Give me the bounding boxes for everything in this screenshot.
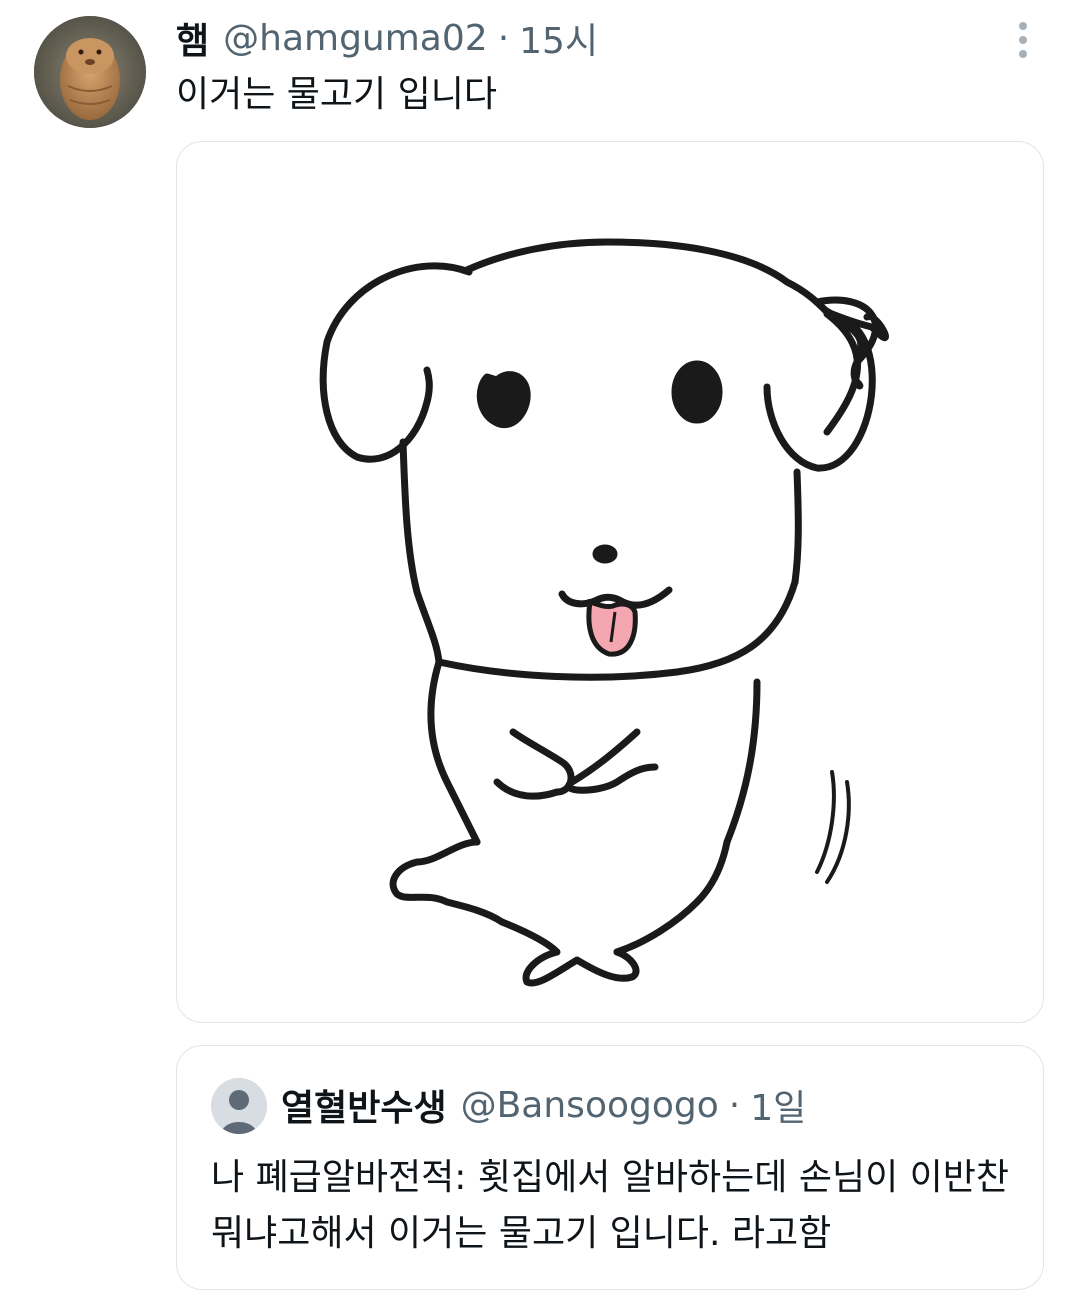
more-dot — [1019, 50, 1027, 58]
author-display-name[interactable]: 햄 — [176, 12, 209, 64]
quoted-tweet-text: 나 폐급알바전적: 횟집에서 알바하는데 손님이 이반찬 뭐냐고해서 이거는 물… — [211, 1157, 1009, 1254]
more-dot — [1019, 36, 1027, 44]
tweet-text: 이거는 물고기 입니다 — [176, 74, 497, 115]
separator-dot: · — [728, 1084, 741, 1126]
author-avatar[interactable] — [34, 16, 146, 128]
person-icon — [211, 1078, 267, 1134]
more-vertical-icon[interactable] — [1006, 18, 1040, 62]
more-dot — [1019, 22, 1027, 30]
tweet-header: 햄 @hamguma02 · 15시 — [176, 12, 598, 64]
quoted-author-display-name[interactable]: 열혈반수생 — [281, 1079, 447, 1131]
quoted-author-handle[interactable]: @Bansoogogo — [461, 1085, 719, 1126]
tweet-timestamp[interactable]: 15시 — [519, 12, 598, 64]
separator-dot: · — [497, 17, 510, 59]
tweet-media[interactable] — [176, 141, 1044, 1023]
hamster-avatar-icon — [34, 16, 146, 128]
quoted-tweet-header: 열혈반수생 @Bansoogogo · 1일 — [281, 1080, 806, 1130]
quoted-tweet-timestamp[interactable]: 1일 — [750, 1079, 806, 1131]
default-user-icon[interactable] — [211, 1078, 267, 1134]
quoted-tweet[interactable]: 열혈반수생 @Bansoogogo · 1일 나 폐급알바전적: 횟집에서 알바… — [176, 1045, 1044, 1290]
dog-fish-drawing-icon — [319, 238, 890, 987]
author-handle[interactable]: @hamguma02 — [223, 18, 488, 59]
